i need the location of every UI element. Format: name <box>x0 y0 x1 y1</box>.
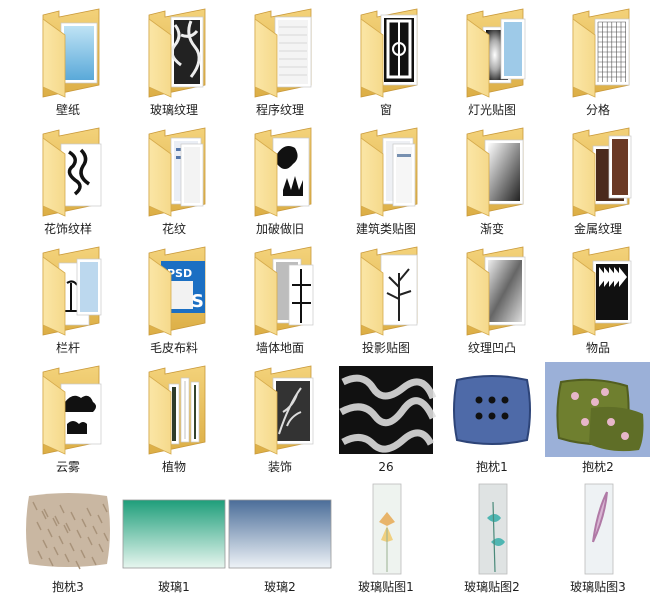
folder-item[interactable]: 纹理凹凸 <box>439 243 545 358</box>
folder-icon <box>121 362 227 457</box>
item-label: 程序纹理 <box>255 103 304 117</box>
item-label: 花饰纹样 <box>43 222 92 236</box>
folder-item[interactable]: 窗 <box>333 5 439 120</box>
image-thumbnail <box>333 482 439 577</box>
item-label: 装饰 <box>267 460 292 474</box>
item-label: 毛皮布料 <box>149 341 198 355</box>
image-thumbnail <box>333 362 439 457</box>
item-label: 玻璃贴图1 <box>358 580 414 594</box>
folder-icon <box>15 124 121 219</box>
folder-item[interactable]: 壁纸 <box>15 5 121 120</box>
item-label: 投影贴图 <box>361 341 410 355</box>
folder-item[interactable]: 加破做旧 <box>227 124 333 239</box>
folder-item[interactable]: 花饰纹样 <box>15 124 121 239</box>
item-label: 玻璃贴图2 <box>464 580 520 594</box>
folder-icon <box>227 124 333 219</box>
folder-item[interactable]: 建筑类贴图 <box>333 124 439 239</box>
image-thumbnail <box>15 482 121 577</box>
folder-icon <box>439 243 545 338</box>
folder-icon <box>121 5 227 100</box>
item-label: 墙体地面 <box>255 341 304 355</box>
item-label: 抱枕3 <box>52 580 84 594</box>
folder-item[interactable]: 灯光贴图 <box>439 5 545 120</box>
folder-item[interactable]: 云雾 <box>15 362 121 477</box>
folder-item[interactable]: 分格 <box>545 5 650 120</box>
item-label: 物品 <box>585 341 610 355</box>
image-thumbnail <box>439 482 545 577</box>
image-file-item[interactable]: 抱枕2 <box>545 362 650 477</box>
folder-icon <box>227 362 333 457</box>
folder-icon <box>545 243 650 338</box>
image-file-item[interactable]: 玻璃贴图3 <box>545 482 650 597</box>
item-label: 玻璃2 <box>264 580 296 594</box>
image-file-item[interactable]: 玻璃1 <box>121 482 227 597</box>
item-label: 金属纹理 <box>573 222 622 236</box>
folder-item[interactable]: 投影贴图 <box>333 243 439 358</box>
folder-icon <box>333 124 439 219</box>
folder-item[interactable]: 植物 <box>121 362 227 477</box>
item-label: 抱枕1 <box>476 460 508 474</box>
item-label: 26 <box>378 460 394 474</box>
folder-item[interactable]: 花纹 <box>121 124 227 239</box>
folder-icon <box>227 5 333 100</box>
item-label: 植物 <box>161 460 186 474</box>
item-label: 壁纸 <box>55 103 80 117</box>
folder-icon <box>227 243 333 338</box>
image-file-item[interactable]: 抱枕1 <box>439 362 545 477</box>
file-grid: 壁纸 玻璃纹理 程序纹理 窗 灯光贴图 分格 花饰纹样 花纹 加破做旧 建筑类贴… <box>0 0 650 605</box>
item-label: 渐变 <box>479 222 504 236</box>
image-file-item[interactable]: 玻璃贴图2 <box>439 482 545 597</box>
folder-icon <box>333 243 439 338</box>
folder-icon <box>15 362 121 457</box>
svg-text:S: S <box>191 291 204 312</box>
folder-item[interactable]: 装饰 <box>227 362 333 477</box>
item-label: 分格 <box>585 103 610 117</box>
folder-item[interactable]: 金属纹理 <box>545 124 650 239</box>
item-label: 加破做旧 <box>255 222 304 236</box>
image-thumbnail <box>121 482 227 577</box>
folder-icon <box>15 5 121 100</box>
image-thumbnail <box>227 482 333 577</box>
item-label: 栏杆 <box>55 341 80 355</box>
folder-item[interactable]: 渐变 <box>439 124 545 239</box>
folder-icon <box>15 243 121 338</box>
image-file-item[interactable]: 抱枕3 <box>15 482 121 597</box>
item-label: 玻璃贴图3 <box>570 580 626 594</box>
item-label: 云雾 <box>55 460 80 474</box>
folder-icon <box>439 5 545 100</box>
folder-icon <box>333 5 439 100</box>
folder-icon <box>439 124 545 219</box>
folder-item[interactable]: 物品 <box>545 243 650 358</box>
item-label: 灯光贴图 <box>467 103 516 117</box>
image-file-item[interactable]: 玻璃2 <box>227 482 333 597</box>
image-thumbnail <box>545 482 650 577</box>
folder-item[interactable]: 墙体地面 <box>227 243 333 358</box>
item-label: 花纹 <box>161 222 186 236</box>
folder-icon <box>121 124 227 219</box>
item-label: 窗 <box>379 103 392 117</box>
folder-item[interactable]: PSD S 毛皮布料 <box>121 243 227 358</box>
folder-item[interactable]: 程序纹理 <box>227 5 333 120</box>
item-label: 玻璃1 <box>158 580 190 594</box>
folder-item[interactable]: 玻璃纹理 <box>121 5 227 120</box>
folder-icon <box>545 5 650 100</box>
item-label: 玻璃纹理 <box>149 103 198 117</box>
item-label: 建筑类贴图 <box>355 222 416 236</box>
image-file-item[interactable]: 26 <box>333 362 439 477</box>
folder-icon: PSD S <box>121 243 227 338</box>
item-label: 纹理凹凸 <box>467 341 516 355</box>
image-file-item[interactable]: 玻璃贴图1 <box>333 482 439 597</box>
item-label: 抱枕2 <box>582 460 614 474</box>
folder-item[interactable]: 栏杆 <box>15 243 121 358</box>
image-thumbnail <box>439 362 545 457</box>
folder-icon <box>545 124 650 219</box>
image-thumbnail <box>545 362 650 457</box>
